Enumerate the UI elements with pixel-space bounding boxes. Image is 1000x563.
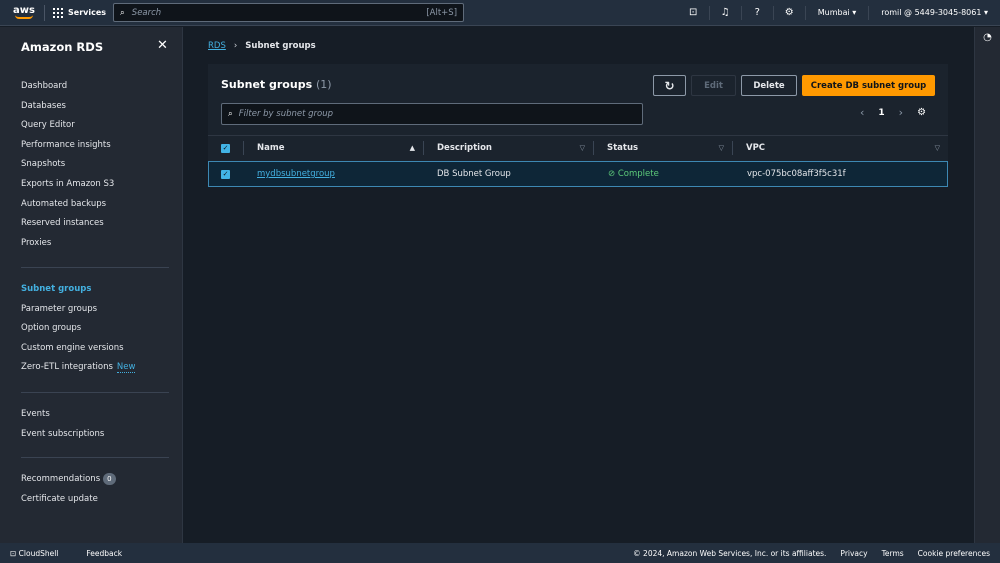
- search-icon: ⌕: [120, 7, 125, 18]
- select-all-checkbox[interactable]: ✓: [221, 143, 230, 153]
- settings-icon[interactable]: ⚙: [917, 107, 926, 118]
- sidebar-item[interactable]: Events: [21, 405, 104, 425]
- bell-icon[interactable]: ♫: [710, 5, 742, 20]
- row-vpc: vpc-075bc08aff3f5c31f: [747, 169, 846, 179]
- column-name[interactable]: Name ▲: [243, 141, 423, 155]
- column-status[interactable]: Status ▽: [593, 141, 732, 155]
- sidebar-item[interactable]: Snapshots: [21, 155, 114, 175]
- cloudshell-link[interactable]: ⊡ CloudShell: [10, 549, 72, 558]
- page-number[interactable]: 1: [878, 108, 884, 118]
- panel-title: Subnet groups (1): [221, 78, 332, 91]
- top-nav: aws Services ⌕ Search [Alt+S] ⊡ ♫ ? ⚙ Mumb…: [0, 0, 1000, 26]
- row-description: DB Subnet Group: [437, 169, 511, 179]
- table-row[interactable]: ✓ mydbsubnetgroup DB Subnet Group ⊘ Comp…: [208, 161, 948, 187]
- search-shortcut: [Alt+S]: [426, 7, 458, 18]
- aws-logo[interactable]: aws: [12, 6, 36, 19]
- check-circle-icon: ⊘: [608, 169, 616, 179]
- sort-asc-icon: ▲: [409, 144, 415, 152]
- table-header: ✓ Name ▲ Description ▽ Status ▽ VPC ▽: [208, 135, 948, 160]
- sidebar-item[interactable]: Recommendations 0: [21, 470, 116, 490]
- column-vpc[interactable]: VPC ▽: [732, 141, 948, 155]
- sidebar-item[interactable]: Performance insights: [21, 136, 114, 156]
- subnet-group-link[interactable]: mydbsubnetgroup: [257, 169, 335, 179]
- gear-icon[interactable]: ⚙: [774, 5, 806, 20]
- breadcrumb-rds[interactable]: RDS: [208, 41, 226, 51]
- main-content: RDS › Subnet groups Subnet groups (1) ↻ Ed…: [183, 27, 974, 543]
- search-input[interactable]: ⌕ Search [Alt+S]: [113, 3, 465, 22]
- grid-icon: [53, 7, 63, 18]
- close-icon[interactable]: ✕: [157, 38, 168, 53]
- privacy-link[interactable]: Privacy: [840, 549, 867, 558]
- filter-input[interactable]: ⌕ Filter by subnet group: [221, 103, 643, 125]
- column-description[interactable]: Description ▽: [423, 141, 593, 155]
- sidebar-item[interactable]: Zero-ETL integrations New: [21, 358, 136, 378]
- pagination: ‹ 1 › ⚙: [860, 106, 926, 119]
- sidebar-title: Amazon RDS: [21, 40, 104, 54]
- sidebar: Amazon RDS ✕ Dashboard Databases Query E…: [0, 27, 183, 543]
- new-badge: New: [116, 362, 136, 374]
- sidebar-item[interactable]: Reserved instances: [21, 214, 114, 234]
- edit-button[interactable]: Edit: [691, 75, 736, 96]
- account-menu[interactable]: romil @ 5449-3045-8061 ▾: [869, 6, 1000, 20]
- sidebar-item[interactable]: Databases: [21, 97, 114, 117]
- help-icon[interactable]: ?: [742, 5, 774, 20]
- prev-page-icon[interactable]: ‹: [860, 106, 864, 119]
- breadcrumb: RDS › Subnet groups: [208, 41, 316, 51]
- terms-link[interactable]: Terms: [882, 549, 904, 558]
- status-badge: ⊘ Complete: [608, 169, 659, 179]
- sort-icon: ▽: [718, 144, 724, 152]
- sidebar-item[interactable]: Event subscriptions: [21, 425, 104, 445]
- info-icon[interactable]: ◔: [983, 32, 992, 43]
- sidebar-item[interactable]: Option groups: [21, 319, 135, 339]
- copyright: © 2024, Amazon Web Services, Inc. or its…: [633, 548, 827, 558]
- sidebar-item[interactable]: Query Editor: [21, 116, 114, 136]
- sidebar-item[interactable]: Parameter groups: [21, 300, 135, 320]
- sidebar-item-subnet-groups[interactable]: Subnet groups: [21, 280, 135, 300]
- sidebar-item[interactable]: Proxies: [21, 234, 114, 254]
- chevron-right-icon: ›: [233, 41, 238, 51]
- breadcrumb-current: Subnet groups: [245, 41, 316, 51]
- create-db-subnet-group-button[interactable]: Create DB subnet group: [802, 75, 935, 96]
- refresh-button[interactable]: ↻: [653, 75, 686, 96]
- logo-text: aws: [13, 5, 35, 16]
- region-selector[interactable]: Mumbai ▾: [806, 5, 870, 20]
- sidebar-item[interactable]: Exports in Amazon S3: [21, 175, 114, 195]
- sort-icon: ▽: [934, 144, 940, 152]
- next-page-icon[interactable]: ›: [899, 106, 903, 119]
- services-menu[interactable]: Services: [53, 7, 107, 18]
- sidebar-item[interactable]: Automated backups: [21, 195, 114, 215]
- cloudshell-icon[interactable]: ⊡: [678, 5, 710, 20]
- sort-icon: ▽: [579, 144, 585, 152]
- services-label: Services: [68, 8, 107, 17]
- row-checkbox[interactable]: ✓: [221, 169, 230, 179]
- count-badge: 0: [103, 473, 116, 485]
- search-icon: ⌕: [228, 109, 233, 119]
- sidebar-item[interactable]: Custom engine versions: [21, 339, 135, 359]
- footer: ⊡ CloudShell Feedback © 2024, Amazon Web…: [0, 543, 1000, 563]
- search-placeholder: Search: [131, 7, 162, 18]
- right-rail: ◔: [974, 27, 1000, 543]
- feedback-link[interactable]: Feedback: [86, 549, 122, 558]
- sidebar-item[interactable]: Dashboard: [21, 77, 114, 97]
- subnet-groups-panel: Subnet groups (1) ↻ Edit Delete Create D…: [208, 64, 948, 187]
- delete-button[interactable]: Delete: [741, 75, 797, 96]
- cookie-preferences-link[interactable]: Cookie preferences: [918, 549, 990, 558]
- sidebar-item[interactable]: Certificate update: [21, 490, 116, 510]
